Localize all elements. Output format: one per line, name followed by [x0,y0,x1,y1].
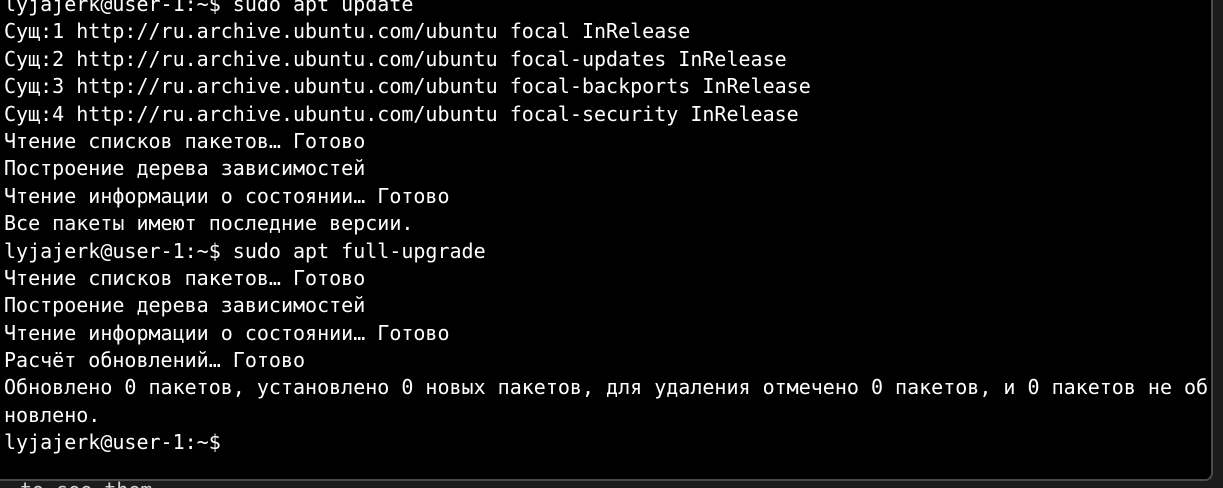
terminal-line: новлено. [4,402,101,427]
terminal-line: Все пакеты имеют последние версии. [4,211,414,236]
terminal-output: lyjajerk@user-1:~$ sudo apt update Сущ:1… [4,0,1208,457]
terminal-line: lyjajerk@user-1:~$ sudo apt full-upgrade [4,238,486,263]
desktop-screen: to see them lyjajerk@user-1:~$ sudo apt … [0,0,1223,488]
terminal-prompt: lyjajerk@user-1:~$ [4,430,233,455]
terminal-line: Чтение информации о состоянии… Готово [4,183,450,208]
terminal-line: Чтение списков пакетов… Готово [4,265,366,290]
terminal-line: Построение дерева зависимостей [4,156,366,181]
terminal-line: Чтение списков пакетов… Готово [4,128,366,153]
terminal-line: Расчёт обновлений… Готово [4,348,306,373]
terminal-line: Чтение информации о состоянии… Готово [4,320,450,345]
terminal-line: Обновлено 0 пакетов, установлено 0 новых… [4,375,1209,400]
terminal-line: Сущ:2 http://ru.archive.ubuntu.com/ubunt… [4,46,787,71]
terminal-line: Сущ:3 http://ru.archive.ubuntu.com/ubunt… [4,74,811,99]
terminal-line: Сущ:4 http://ru.archive.ubuntu.com/ubunt… [4,101,799,126]
terminal-prompt-line[interactable]: lyjajerk@user-1:~$ [4,429,1208,456]
terminal-window[interactable]: lyjajerk@user-1:~$ sudo apt update Сущ:1… [0,0,1213,481]
text-cursor [233,435,243,453]
terminal-line: Построение дерева зависимостей [4,293,366,318]
terminal-line: lyjajerk@user-1:~$ sudo apt update [4,0,414,16]
terminal-line: Сущ:1 http://ru.archive.ubuntu.com/ubunt… [4,19,691,44]
